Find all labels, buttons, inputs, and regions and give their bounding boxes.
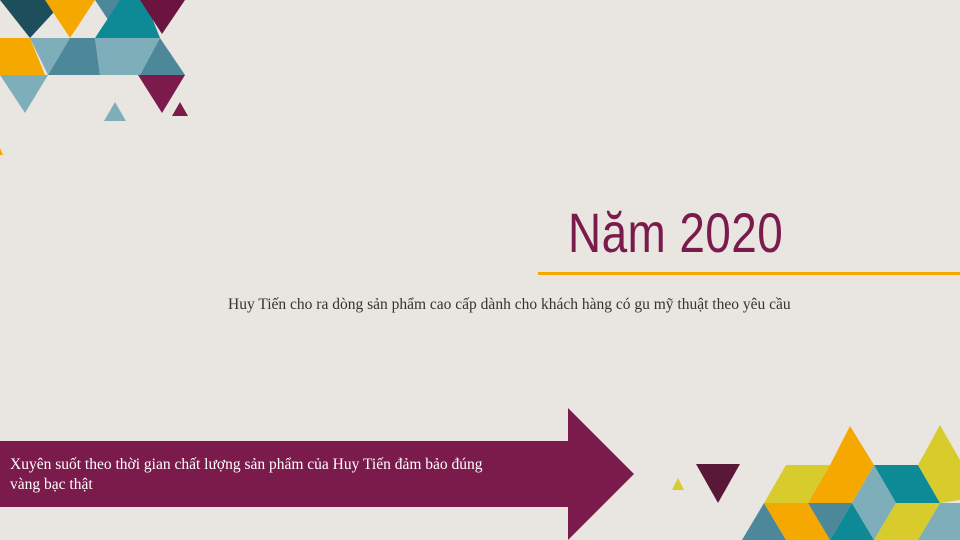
arrow-banner-text-line2: vàng bạc thật	[10, 476, 93, 493]
slide-subtitle: Huy Tiến cho ra dòng sản phẩm cao cấp dà…	[228, 296, 791, 313]
arrow-banner-text: Xuyên suốt theo thời gian chất lượng sản…	[10, 455, 630, 495]
deco-triangle	[672, 478, 684, 490]
deco-triangle	[830, 426, 874, 465]
arrow-banner-text-line1: Xuyên suốt theo thời gian chất lượng sản…	[10, 456, 483, 473]
slide-title: Năm 2020	[568, 201, 784, 264]
title-underline	[538, 272, 960, 275]
deco-triangle	[696, 464, 740, 503]
